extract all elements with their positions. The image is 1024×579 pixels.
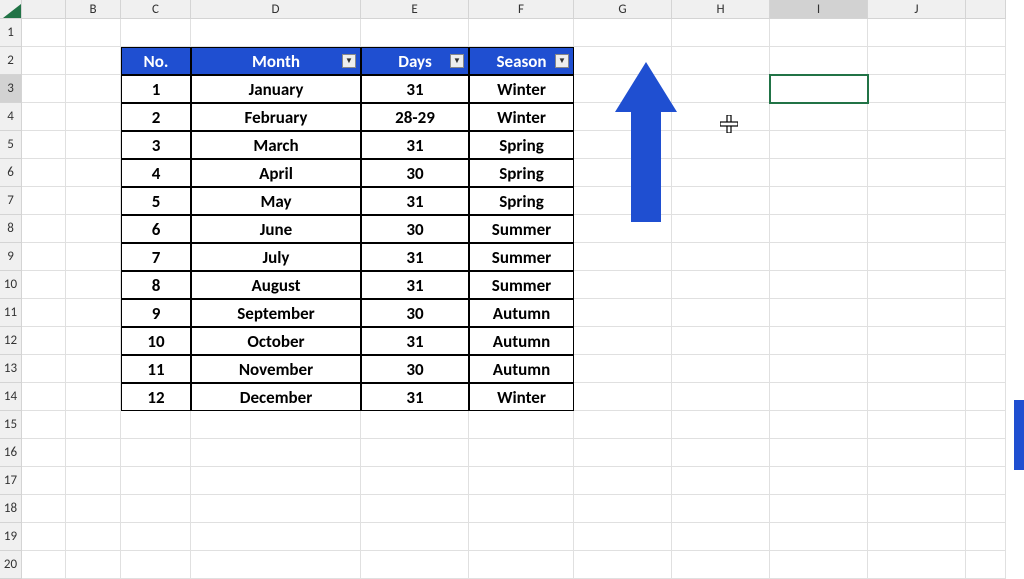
- filter-dropdown-icon[interactable]: ▼: [342, 54, 356, 68]
- col-head-D[interactable]: D: [191, 0, 361, 19]
- table-cell[interactable]: Spring: [469, 131, 574, 159]
- table-cell[interactable]: July: [191, 243, 361, 271]
- table-cell[interactable]: May: [191, 187, 361, 215]
- table-cell[interactable]: 31: [361, 271, 469, 299]
- row-head-8[interactable]: 8: [0, 215, 22, 243]
- table-cell[interactable]: Summer: [469, 243, 574, 271]
- row-head-14[interactable]: 14: [0, 383, 22, 411]
- table-cell[interactable]: 30: [361, 215, 469, 243]
- filter-dropdown-icon[interactable]: ▼: [555, 54, 569, 68]
- table-header-label: Season: [496, 51, 546, 72]
- table-cell[interactable]: December: [191, 383, 361, 411]
- table-header-label: No.: [144, 51, 169, 72]
- row-head-11[interactable]: 11: [0, 299, 22, 327]
- col-head-J[interactable]: J: [868, 0, 966, 19]
- row-head-2[interactable]: 2: [0, 47, 22, 75]
- col-head-blank[interactable]: [22, 0, 66, 19]
- row-head-4[interactable]: 4: [0, 103, 22, 131]
- row-head-13[interactable]: 13: [0, 355, 22, 383]
- table-cell[interactable]: 12: [121, 383, 191, 411]
- table-cell[interactable]: 31: [361, 243, 469, 271]
- row-head-1[interactable]: 1: [0, 19, 22, 47]
- col-head-E[interactable]: E: [361, 0, 469, 19]
- table-cell[interactable]: 7: [121, 243, 191, 271]
- table-cell[interactable]: Winter: [469, 383, 574, 411]
- table-cell[interactable]: January: [191, 75, 361, 103]
- table-cell[interactable]: 9: [121, 299, 191, 327]
- row-head-7[interactable]: 7: [0, 187, 22, 215]
- row-head-19[interactable]: 19: [0, 523, 22, 551]
- table-header-label: Days: [398, 51, 432, 72]
- cell[interactable]: [22, 19, 66, 47]
- table-cell[interactable]: 28-29: [361, 103, 469, 131]
- row-head-9[interactable]: 9: [0, 243, 22, 271]
- table-cell[interactable]: Summer: [469, 215, 574, 243]
- row-head-16[interactable]: 16: [0, 439, 22, 467]
- arrow-up-icon: [615, 62, 677, 222]
- table-cell[interactable]: 5: [121, 187, 191, 215]
- table-cell[interactable]: Spring: [469, 187, 574, 215]
- table-cell[interactable]: March: [191, 131, 361, 159]
- table-header-days[interactable]: Days ▼: [361, 47, 469, 75]
- col-head-H[interactable]: H: [672, 0, 770, 19]
- table-cell[interactable]: Winter: [469, 75, 574, 103]
- table-cell[interactable]: February: [191, 103, 361, 131]
- table-cell[interactable]: Winter: [469, 103, 574, 131]
- table-cell[interactable]: 10: [121, 327, 191, 355]
- row-head-20[interactable]: 20: [0, 551, 22, 579]
- table-header-season[interactable]: Season ▼: [469, 47, 574, 75]
- active-cell[interactable]: [770, 75, 868, 103]
- col-head-end[interactable]: [966, 0, 1006, 19]
- filter-dropdown-icon[interactable]: ▼: [450, 54, 464, 68]
- row-head-5[interactable]: 5: [0, 131, 22, 159]
- row-head-6[interactable]: 6: [0, 159, 22, 187]
- col-head-B[interactable]: B: [66, 0, 121, 19]
- table-cell[interactable]: 31: [361, 383, 469, 411]
- table-header-no[interactable]: No.: [121, 47, 191, 75]
- table-cell[interactable]: 31: [361, 327, 469, 355]
- table-cell[interactable]: 8: [121, 271, 191, 299]
- table-cell[interactable]: October: [191, 327, 361, 355]
- data-table: No. Month▼ Days▼ Season▼ 1January31Winte…: [121, 47, 574, 411]
- table-cell[interactable]: 1: [121, 75, 191, 103]
- table-cell[interactable]: 6: [121, 215, 191, 243]
- row-head-15[interactable]: 15: [0, 411, 22, 439]
- table-cell[interactable]: 11: [121, 355, 191, 383]
- table-cell[interactable]: August: [191, 271, 361, 299]
- table-cell[interactable]: Spring: [469, 159, 574, 187]
- table-header-month[interactable]: Month ▼: [191, 47, 361, 75]
- table-cell[interactable]: 3: [121, 131, 191, 159]
- row-head-10[interactable]: 10: [0, 271, 22, 299]
- table-cell[interactable]: 30: [361, 355, 469, 383]
- table-cell[interactable]: 4: [121, 159, 191, 187]
- table-header-label: Month: [252, 51, 300, 72]
- row-head-12[interactable]: 12: [0, 327, 22, 355]
- col-head-F[interactable]: F: [469, 0, 574, 19]
- select-all-corner[interactable]: [0, 0, 22, 19]
- col-head-I[interactable]: I: [770, 0, 868, 19]
- table-cell[interactable]: June: [191, 215, 361, 243]
- row-head-17[interactable]: 17: [0, 467, 22, 495]
- row-head-3[interactable]: 3: [0, 75, 22, 103]
- cell-cursor-icon: [720, 115, 738, 133]
- table-cell[interactable]: September: [191, 299, 361, 327]
- table-cell[interactable]: 31: [361, 131, 469, 159]
- table-cell[interactable]: Autumn: [469, 299, 574, 327]
- table-cell[interactable]: April: [191, 159, 361, 187]
- col-head-C[interactable]: C: [121, 0, 191, 19]
- table-cell[interactable]: 31: [361, 187, 469, 215]
- table-cell[interactable]: 31: [361, 75, 469, 103]
- table-cell[interactable]: November: [191, 355, 361, 383]
- table-cell[interactable]: 30: [361, 299, 469, 327]
- table-cell[interactable]: Autumn: [469, 327, 574, 355]
- scrollbar-thumb[interactable]: [1014, 400, 1024, 470]
- col-head-G[interactable]: G: [574, 0, 672, 19]
- table-cell[interactable]: Autumn: [469, 355, 574, 383]
- table-cell[interactable]: 2: [121, 103, 191, 131]
- row-head-18[interactable]: 18: [0, 495, 22, 523]
- table-cell[interactable]: 30: [361, 159, 469, 187]
- table-cell[interactable]: Summer: [469, 271, 574, 299]
